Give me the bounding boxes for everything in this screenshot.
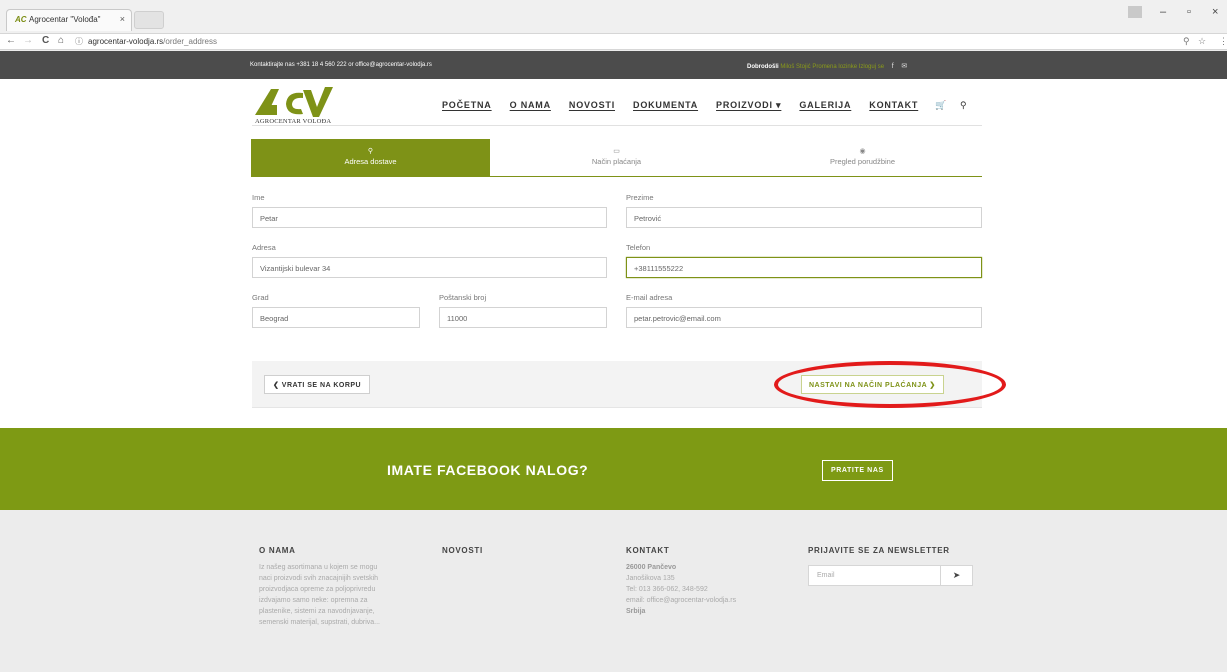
money-icon: ▭ (613, 148, 620, 155)
restore-button[interactable]: ▫ (1187, 6, 1191, 18)
newsletter-email-input[interactable]: Email (808, 565, 941, 586)
info-icon[interactable]: ⓘ (75, 36, 83, 47)
welcome-text: Dobrodošli (747, 64, 779, 70)
adresa-label: Adresa (252, 243, 276, 252)
logo-text: AGROCENTAR VOLOĐA (255, 118, 332, 125)
step-nacin-placanja[interactable]: ▭ Način plaćanja (497, 139, 736, 177)
footer-o-nama-line: naci proizvodi svih znacajnijih svetskih (259, 575, 379, 582)
email-label: E-mail adresa (626, 293, 673, 302)
grad-label: Grad (252, 293, 269, 302)
reload-icon[interactable]: C (42, 35, 49, 46)
url-field[interactable]: agrocentar-volodja.rs/order_address (88, 37, 217, 46)
postanski-broj-input[interactable]: 11000 (439, 307, 607, 328)
forward-arrow-icon[interactable]: → (23, 35, 33, 46)
follow-us-button[interactable]: PRATITE NAS (822, 460, 893, 481)
main-nav: POČETNA O NAMA NOVOSTI DOKUMENTA PROIZVO… (442, 100, 918, 111)
footer-o-nama-text: Iz našeg asortimana u kojem se mogu naci… (259, 562, 380, 628)
close-window-button[interactable]: × (1212, 6, 1218, 18)
adresa-input[interactable]: Vizantijski bulevar 34 (252, 257, 607, 278)
footer-o-nama-title: O NAMA (259, 546, 296, 555)
step-adresa-dostave[interactable]: ⚲ Adresa dostave (251, 139, 490, 177)
send-icon: ➤ (952, 570, 961, 580)
new-tab-button[interactable] (134, 11, 164, 29)
topbar-user-area: Dobrodošli Miloš Stojić Promena lozinke … (747, 62, 907, 70)
map-pin-icon: ⚲ (367, 148, 374, 155)
footer-o-nama-line: proizvodjaca opreme za poljoprivredu (259, 586, 376, 593)
site-topbar: Kontaktirajte nas +381 18 4 560 222 or o… (0, 51, 1227, 79)
site-favicon-icon: AC (15, 15, 27, 24)
postanski-broj-label: Poštanski broj (439, 293, 487, 302)
ime-input[interactable]: Petar (252, 207, 607, 228)
back-to-cart-button[interactable]: ❮ VRATI SE NA KORPU (264, 375, 371, 394)
ime-label: Ime (252, 193, 265, 202)
tab-title: Agrocentar "Volođa" (29, 15, 101, 24)
nav-kontakt[interactable]: KONTAKT (869, 100, 918, 111)
prezime-label: Prezime (626, 193, 654, 202)
site-footer: O NAMA Iz našeg asortimana u kojem se mo… (0, 510, 1227, 672)
user-links[interactable]: Miloš Stojić Promena lozinke Izloguj se (780, 64, 884, 70)
telefon-input[interactable]: +38111555222 (626, 257, 982, 278)
footer-novosti-title: NOVOSTI (442, 546, 483, 555)
footer-kontakt-city: 26000 Pančevo (626, 564, 677, 571)
nav-galerija[interactable]: GALERIJA (799, 100, 851, 111)
menu-dots-icon[interactable]: ⋮ (1219, 36, 1227, 47)
nav-o-nama[interactable]: O NAMA (510, 100, 551, 111)
nav-novosti[interactable]: NOVOSTI (569, 100, 615, 111)
prezime-input[interactable]: Petrović (626, 207, 982, 228)
key-icon[interactable]: ⚲ (1183, 36, 1190, 47)
newsletter-send-button[interactable]: ➤ (941, 565, 973, 586)
checkout-action-bar: ❮ VRATI SE NA KORPU NASTAVI NA NAČIN PLA… (252, 361, 1006, 408)
footer-kontakt-street: Janošikova 135 (626, 575, 675, 582)
footer-kontakt-title: KONTAKT (626, 546, 670, 555)
back-arrow-icon[interactable]: ← (6, 35, 16, 46)
topbar-contact: Kontaktirajte nas +381 18 4 560 222 or o… (250, 62, 432, 68)
url-path: /order_address (163, 37, 217, 46)
eye-icon: ◉ (859, 148, 866, 155)
nav-dokumenta[interactable]: DOKUMENTA (633, 100, 698, 111)
tab-close-icon[interactable]: × (120, 14, 125, 24)
home-icon[interactable]: ⌂ (58, 35, 64, 46)
footer-kontakt-country: Srbija (626, 608, 646, 615)
footer-newsletter-title: PRIJAVITE SE ZA NEWSLETTER (808, 546, 950, 555)
telefon-label: Telefon (626, 243, 651, 252)
checkout-steps: ⚲ Adresa dostave ▭ Način plaćanja ◉ Preg… (251, 139, 982, 177)
facebook-icon[interactable]: f (892, 63, 894, 70)
cart-icon[interactable]: 🛒 (935, 100, 946, 111)
profile-icon[interactable] (1128, 6, 1142, 18)
url-host: agrocentar-volodja.rs (88, 37, 164, 46)
facebook-banner: IMATE FACEBOOK NALOG? PRATITE NAS (0, 428, 1227, 510)
footer-o-nama-line: Iz našeg asortimana u kojem se mogu (259, 564, 378, 571)
grad-input[interactable]: Beograd (252, 307, 420, 328)
search-icon[interactable]: ⚲ (960, 100, 967, 111)
highlight-ellipse (774, 361, 1006, 408)
footer-kontakt-tel: Tel: 013 366-062, 348-592 (626, 586, 708, 593)
step-label: Adresa dostave (344, 157, 397, 166)
footer-o-nama-line: semenski materijal, supstrati, dubriva..… (259, 619, 380, 626)
nav-pocetna[interactable]: POČETNA (442, 100, 492, 111)
footer-o-nama-line: plastenike, sistemi za navodnjavanje, (259, 608, 375, 615)
browser-tabbar: AC Agrocentar "Volođa" × – ▫ × (0, 0, 1227, 34)
minimize-button[interactable]: – (1160, 6, 1166, 18)
step-label: Način plaćanja (591, 157, 642, 166)
browser-tab[interactable]: AC Agrocentar "Volođa" × (6, 9, 132, 31)
email-input[interactable]: petar.petrovic@email.com (626, 307, 982, 328)
nav-proizvodi[interactable]: PROIZVODI ▾ (716, 100, 781, 111)
footer-kontakt-text: 26000 Pančevo Janošikova 135 Tel: 013 36… (626, 562, 736, 617)
facebook-banner-title: IMATE FACEBOOK NALOG? (387, 462, 589, 478)
footer-o-nama-line: izdvajamo samo neke: opremna za (259, 597, 368, 604)
mail-icon[interactable]: ✉ (901, 62, 907, 70)
step-pregled-porudzbine[interactable]: ◉ Pregled porudžbine (743, 139, 982, 177)
footer-kontakt-email[interactable]: email: office@agrocentar-volodja.rs (626, 595, 736, 606)
checkout-main: ⚲ Adresa dostave ▭ Način plaćanja ◉ Preg… (0, 126, 1227, 428)
step-label: Pregled porudžbine (829, 157, 896, 166)
address-bar: ← → C ⌂ ⓘ agrocentar-volodja.rs/order_ad… (0, 34, 1227, 50)
star-icon[interactable]: ☆ (1198, 36, 1206, 47)
